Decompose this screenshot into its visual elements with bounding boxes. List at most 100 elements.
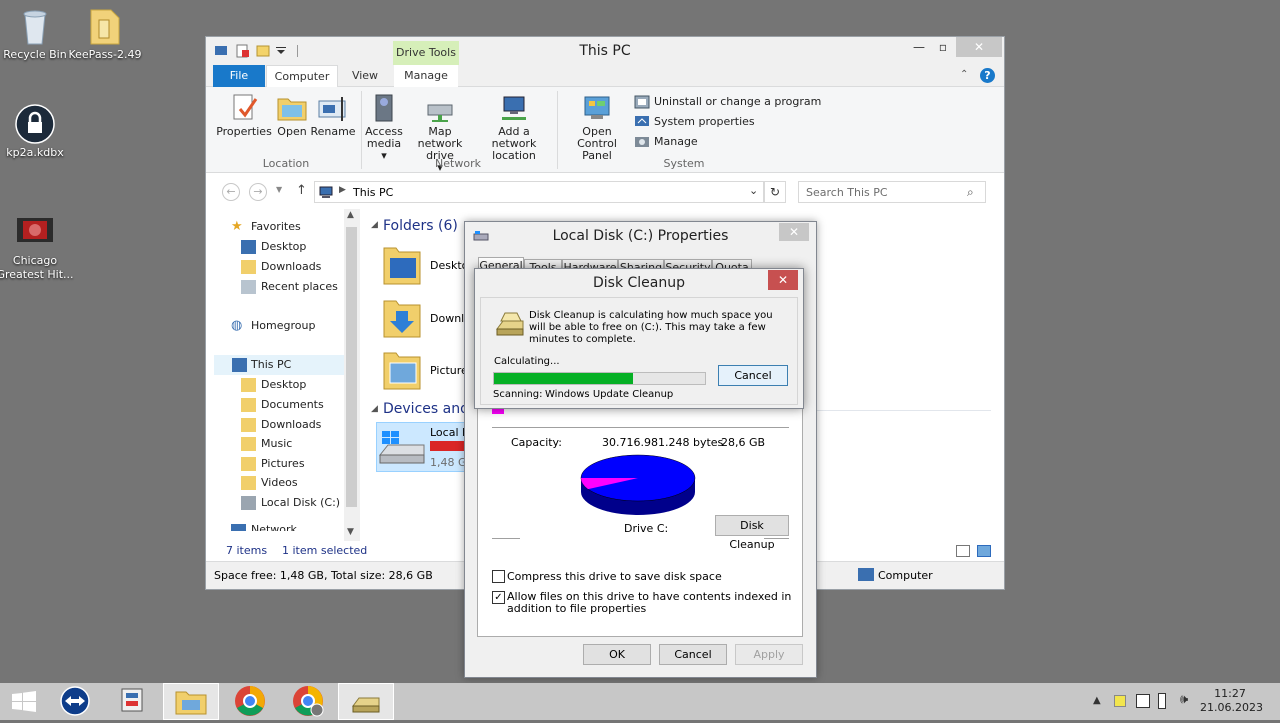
nav-item-downloads[interactable]: Downloads [241, 257, 321, 277]
folder-icon[interactable] [382, 347, 422, 391]
folder-icon[interactable] [382, 242, 422, 286]
desktop-icon-recycle-bin[interactable]: Recycle Bin [0, 6, 75, 62]
recent-locations-chevron-icon[interactable]: ▼ [276, 185, 282, 194]
nav-scrollbar[interactable]: ▲ ▼ [344, 209, 360, 541]
chevron-down-icon[interactable]: ◢ [371, 404, 378, 414]
breadcrumb[interactable]: This PC [353, 186, 393, 199]
capacity-label: Capacity: [511, 436, 562, 449]
programs-icon [634, 95, 650, 109]
disk-cleanup-icon [495, 311, 525, 340]
apply-button[interactable]: Apply [735, 644, 803, 665]
rename-button[interactable]: Rename [310, 93, 356, 138]
compress-label[interactable]: Compress this drive to save disk space [507, 570, 722, 583]
nav-item-desktop[interactable]: Desktop [241, 237, 306, 257]
open-control-panel-button[interactable]: Open Control Panel [560, 93, 634, 162]
nav-label: Downloads [261, 418, 322, 431]
tiles-view-icon[interactable] [977, 545, 991, 557]
index-label[interactable]: Allow files on this drive to have conten… [507, 591, 797, 615]
chevron-down-icon[interactable]: ⌄ [749, 184, 758, 197]
nav-item-recent-places[interactable]: Recent places [241, 277, 338, 297]
tab-computer[interactable]: Computer [266, 65, 338, 88]
nav-item-local-disk[interactable]: Local Disk (C:) [241, 493, 340, 513]
desktop-icon-keepass[interactable]: KeePass-2.49 [65, 6, 145, 62]
address-bar[interactable]: ▶ This PC ⌄ [314, 181, 764, 203]
index-checkbox[interactable]: ✓ [492, 591, 505, 604]
refresh-button[interactable]: ↻ [764, 181, 786, 203]
clock-date: 21.06.2023 [1200, 701, 1263, 714]
close-button[interactable]: ✕ [768, 270, 798, 290]
show-hidden-icons-icon[interactable]: ▲ [1093, 695, 1101, 706]
nav-item-homegroup[interactable]: ◍ Homegroup [231, 316, 315, 336]
tab-view[interactable]: View [340, 65, 390, 87]
nav-label: Desktop [261, 378, 307, 391]
nav-item-pc-downloads[interactable]: Downloads [241, 415, 321, 435]
star-icon: ★ [231, 219, 243, 234]
cleanup-cancel-button[interactable]: Cancel [718, 365, 788, 386]
downloads-icon [241, 418, 256, 432]
manage-label: Manage [654, 135, 698, 148]
scrollbar-thumb[interactable] [346, 227, 357, 507]
details-view-icon[interactable] [956, 545, 970, 557]
status-selection: 1 item selected [282, 544, 368, 557]
taskbar-chrome-profile[interactable] [280, 683, 336, 720]
chevron-down-icon[interactable]: ◢ [371, 220, 378, 230]
nav-item-favorites[interactable]: ★ Favorites [231, 217, 301, 237]
scroll-up-icon[interactable]: ▲ [347, 210, 354, 220]
nav-item-documents[interactable]: Documents [241, 395, 324, 415]
disk-cleanup-icon [352, 697, 380, 713]
compress-checkbox[interactable] [492, 570, 505, 583]
folders-group-header[interactable]: Folders (6) [383, 218, 458, 234]
nav-item-music[interactable]: Music [241, 434, 292, 454]
notes-tray-icon[interactable] [1114, 695, 1126, 707]
back-button[interactable]: ← [222, 183, 240, 201]
system-properties-button[interactable]: System properties [634, 113, 755, 131]
homegroup-icon: ◍ [231, 318, 243, 333]
manage-button[interactable]: Manage [634, 133, 698, 151]
taskbar-teamviewer[interactable] [46, 683, 102, 720]
access-media-button[interactable]: Access media ▾ [362, 93, 406, 162]
nav-item-pictures[interactable]: Pictures [241, 454, 305, 474]
taskbar-clock[interactable]: 11:27 21.06.2023 [1200, 687, 1263, 715]
folder-label[interactable]: Picture [430, 364, 468, 377]
action-center-icon[interactable] [1136, 694, 1150, 708]
taskbar-disk-cleanup[interactable] [338, 683, 394, 720]
chevron-up-icon[interactable]: ⌃ [960, 69, 968, 80]
folder-label[interactable]: Deskto [430, 259, 468, 272]
explorer-titlebar[interactable]: Drive Tools This PC — ▫ ✕ [206, 37, 1004, 65]
desktop-icon-kp2a[interactable]: kp2a.kdbx [0, 104, 75, 160]
ribbon-tabs: File Computer View Manage ⌃ ? [206, 65, 1004, 88]
tab-manage[interactable]: Manage [394, 65, 458, 87]
nav-item-pc-desktop[interactable]: Desktop [241, 375, 306, 395]
taskbar-chrome[interactable] [222, 683, 278, 720]
cancel-button[interactable]: Cancel [659, 644, 727, 665]
disk-cleanup-button[interactable]: Disk Cleanup [715, 515, 789, 551]
desktop-icon-label: Recycle Bin [3, 48, 67, 61]
network-drive-icon [424, 93, 456, 123]
tab-file[interactable]: File [213, 65, 265, 87]
nav-item-network[interactable]: Network [231, 521, 297, 531]
properties-button[interactable]: Properties [214, 93, 274, 138]
close-button[interactable]: ✕ [956, 37, 1002, 57]
nav-item-this-pc[interactable]: This PC [214, 355, 344, 375]
battery-icon[interactable] [1158, 693, 1166, 709]
up-arrow-icon[interactable]: ↑ [296, 183, 307, 198]
taskbar-file-explorer[interactable] [163, 683, 219, 720]
folder-icon[interactable] [382, 295, 422, 339]
maximize-button[interactable]: ▫ [928, 37, 958, 57]
uninstall-program-button[interactable]: Uninstall or change a program [634, 93, 821, 111]
desktop-icon-chicago[interactable]: Chicago Greatest Hit... [0, 212, 75, 282]
taskbar-control-panel[interactable] [106, 683, 162, 720]
scroll-down-icon[interactable]: ▼ [347, 527, 354, 537]
ok-button[interactable]: OK [583, 644, 651, 665]
help-icon[interactable]: ? [980, 68, 995, 83]
volume-icon[interactable]: 🕪 [1180, 692, 1188, 707]
add-network-location-button[interactable]: Add a network location [474, 93, 554, 162]
search-input[interactable]: Search This PC ⌕ [798, 181, 986, 203]
system-properties-icon [634, 115, 650, 129]
open-control-panel-label: Open Control Panel [577, 125, 617, 162]
nav-item-videos[interactable]: Videos [241, 473, 298, 493]
open-button[interactable]: Open [272, 93, 312, 138]
nav-label: Recent places [261, 280, 338, 293]
forward-button[interactable]: → [249, 183, 267, 201]
close-button[interactable]: ✕ [779, 223, 809, 241]
